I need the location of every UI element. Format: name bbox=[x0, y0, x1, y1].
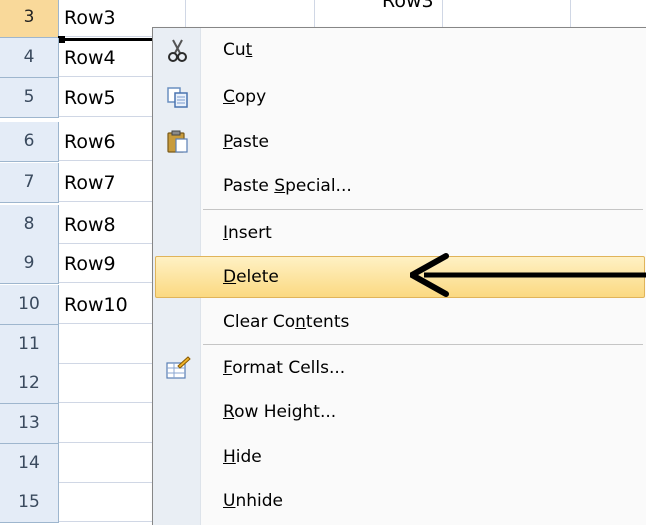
menu-item-cut[interactable]: Cut bbox=[155, 29, 645, 71]
menu-item-row-height[interactable]: Row Height... bbox=[155, 391, 645, 433]
cell-b3-text: Row3 bbox=[382, 0, 434, 12]
menu-item-label: Format Cells... bbox=[223, 358, 346, 378]
pointer-arrow-icon bbox=[410, 253, 646, 297]
menu-separator bbox=[203, 209, 643, 210]
row-header[interactable]: 9 bbox=[0, 244, 59, 284]
menu-item-label: Cut bbox=[223, 40, 253, 60]
row-header[interactable]: 14 bbox=[0, 444, 59, 484]
row-header[interactable]: 13 bbox=[0, 404, 59, 444]
row-header[interactable]: 11 bbox=[0, 325, 59, 365]
row-header[interactable]: 8 bbox=[0, 205, 59, 245]
menu-item-label: Copy bbox=[223, 87, 267, 107]
menu-item-label: Insert bbox=[223, 223, 272, 243]
menu-item-label: Clear Contents bbox=[223, 312, 350, 332]
menu-item-insert[interactable]: Insert bbox=[155, 212, 645, 254]
column-gridline bbox=[314, 0, 315, 30]
column-gridline bbox=[442, 0, 443, 30]
menu-separator bbox=[203, 344, 643, 345]
row-header[interactable]: 12 bbox=[0, 364, 59, 404]
menu-item-clear-contents[interactable]: Clear Contents bbox=[155, 301, 645, 343]
scissors-icon bbox=[165, 37, 191, 63]
menu-item-label: Delete bbox=[223, 267, 279, 287]
row-header[interactable]: 4 bbox=[0, 38, 59, 78]
copy-icon bbox=[165, 84, 191, 110]
row-header[interactable]: 5 bbox=[0, 78, 59, 118]
column-gridline bbox=[570, 0, 571, 30]
format-cells-icon bbox=[165, 355, 191, 381]
menu-item-copy[interactable]: Copy bbox=[155, 76, 645, 118]
row-header[interactable]: 7 bbox=[0, 163, 59, 203]
menu-item-hide[interactable]: Hide bbox=[155, 436, 645, 478]
menu-item-label: Paste Special... bbox=[223, 176, 352, 196]
menu-item-label: Row Height... bbox=[223, 402, 337, 422]
row-header[interactable]: 15 bbox=[0, 483, 59, 523]
menu-item-format-cells[interactable]: Format Cells... bbox=[155, 347, 645, 389]
menu-item-paste-special[interactable]: Paste Special... bbox=[155, 165, 645, 207]
row-header[interactable]: 3 bbox=[0, 0, 59, 38]
row-header[interactable]: 6 bbox=[0, 122, 59, 162]
menu-item-label: Unhide bbox=[223, 491, 283, 511]
row-header[interactable]: 10 bbox=[0, 285, 59, 325]
menu-item-unhide[interactable]: Unhide bbox=[155, 480, 645, 522]
menu-item-label: Hide bbox=[223, 447, 262, 467]
menu-item-paste[interactable]: Paste bbox=[155, 121, 645, 163]
menu-item-label: Paste bbox=[223, 132, 269, 152]
clipboard-icon bbox=[165, 129, 191, 155]
